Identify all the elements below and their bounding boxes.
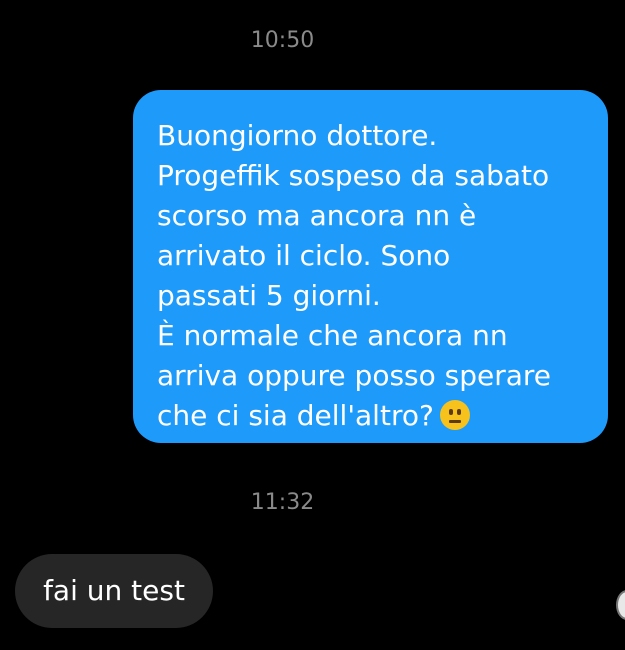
message-line: arrivato il ciclo. Sono: [157, 239, 451, 272]
message-line-last: che ci sia dell'altro?: [157, 396, 584, 436]
incoming-message-text: fai un test: [43, 574, 185, 607]
message-timestamp: 10:50: [250, 28, 315, 53]
message-line: È normale che ancora nn: [157, 319, 508, 352]
message-line-text: che ci sia dell'altro?: [157, 399, 434, 432]
message-line: passati 5 giorni.: [157, 279, 381, 312]
message-line: arriva oppure posso sperare: [157, 359, 552, 392]
message-timestamp: 11:32: [250, 490, 315, 515]
message-line: Progeffik sospeso da sabato: [157, 159, 550, 192]
outgoing-message-bubble[interactable]: Buongiorno dottore. Progeffik sospeso da…: [133, 90, 608, 443]
sender-avatar: [616, 590, 625, 620]
neutral-face-icon: [439, 400, 470, 430]
chat-thread: 10:50 Buongiorno dottore. Progeffik sosp…: [0, 0, 625, 650]
message-line: Buongiorno dottore.: [157, 119, 438, 152]
incoming-message-bubble[interactable]: fai un test: [15, 554, 213, 628]
message-line: scorso ma ancora nn è: [157, 199, 477, 232]
